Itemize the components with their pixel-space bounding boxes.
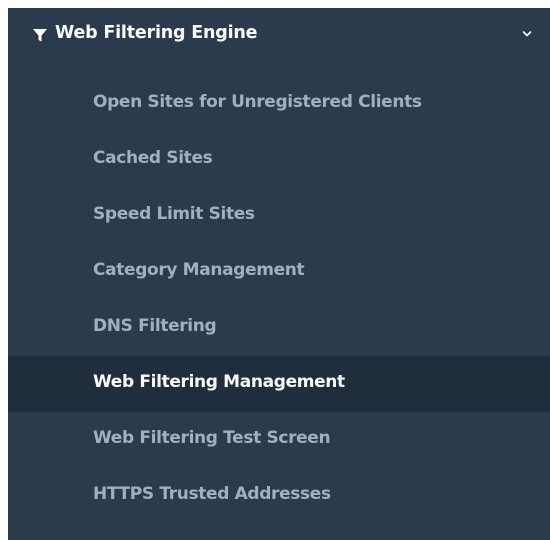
submenu-item-label: Speed Limit Sites <box>93 204 255 224</box>
submenu-item-label: Web Filtering Management <box>93 372 345 392</box>
submenu-item-dns-filtering[interactable]: DNS Filtering <box>8 300 550 356</box>
filter-icon <box>33 29 47 42</box>
submenu-item-cached-sites[interactable]: Cached Sites <box>8 132 550 188</box>
chevron-down-icon[interactable] <box>522 30 532 38</box>
submenu-item-label: HTTPS Trusted Addresses <box>93 484 331 504</box>
submenu-item-label: Web Filtering Test Screen <box>93 428 331 448</box>
submenu-item-https-trusted-addresses[interactable]: HTTPS Trusted Addresses <box>8 468 550 524</box>
submenu-item-label: Open Sites for Unregistered Clients <box>93 92 422 112</box>
submenu-item-web-filtering-test-screen[interactable]: Web Filtering Test Screen <box>8 412 550 468</box>
submenu-item-speed-limit-sites[interactable]: Speed Limit Sites <box>8 188 550 244</box>
submenu-item-category-management[interactable]: Category Management <box>8 244 550 300</box>
submenu-item-open-sites-unregistered-clients[interactable]: Open Sites for Unregistered Clients <box>8 76 550 132</box>
submenu-item-label: Category Management <box>93 260 305 280</box>
web-filtering-engine-header[interactable]: Web Filtering Engine <box>8 8 550 64</box>
submenu-item-web-filtering-management[interactable]: Web Filtering Management <box>8 356 550 412</box>
submenu-item-label: Cached Sites <box>93 148 213 168</box>
sidebar-menu-group: Web Filtering Engine Open Sites for Unre… <box>8 8 550 540</box>
submenu-list: Open Sites for Unregistered Clients Cach… <box>8 76 550 524</box>
menu-title: Web Filtering Engine <box>55 23 258 43</box>
submenu-item-label: DNS Filtering <box>93 316 217 336</box>
